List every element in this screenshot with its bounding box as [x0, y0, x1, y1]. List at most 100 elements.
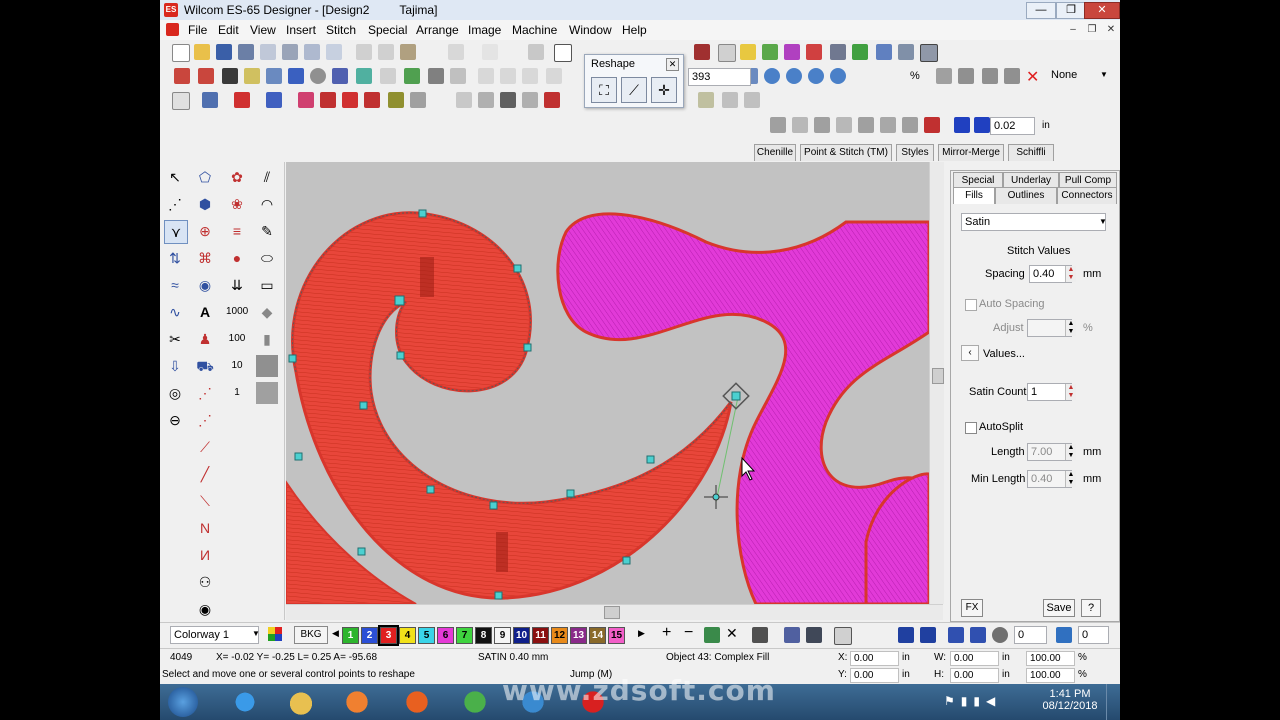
- zoom-plus-icon[interactable]: [808, 68, 824, 84]
- fill-pattern-icon[interactable]: [256, 355, 278, 377]
- align-top-icon[interactable]: [546, 68, 562, 84]
- knife-icon[interactable]: ⌘: [194, 247, 216, 269]
- adjust-spinner[interactable]: ▲ ▼: [1065, 320, 1076, 336]
- stitch-count-100-icon[interactable]: 100: [226, 328, 248, 350]
- polygon-select-icon[interactable]: ⋰: [164, 193, 186, 215]
- scissors-icon[interactable]: ✂: [164, 328, 186, 350]
- mirror-v-icon[interactable]: [920, 627, 936, 643]
- grid-spacing-input[interactable]: 0.02: [990, 117, 1035, 135]
- length-spinner[interactable]: ▲ ▼: [1065, 444, 1076, 460]
- arc-tool-icon[interactable]: ◠: [256, 193, 278, 215]
- fx-button[interactable]: FX: [961, 599, 983, 617]
- colorway-select[interactable]: Colorway 1: [170, 626, 259, 644]
- control-point[interactable]: [294, 452, 303, 461]
- min-length-spinner[interactable]: ▲ ▼: [1065, 471, 1076, 487]
- h-percent[interactable]: 100.00: [1026, 668, 1075, 683]
- triple-icon[interactable]: [500, 92, 516, 108]
- undo-icon[interactable]: [448, 44, 464, 60]
- reshape-angle-icon[interactable]: ⟋: [621, 77, 647, 103]
- colorway-arrow-icon[interactable]: ▼: [252, 629, 260, 638]
- people-icon[interactable]: ♟: [194, 328, 216, 350]
- file-explorer-icon[interactable]: [280, 686, 322, 718]
- menu-special[interactable]: Special: [368, 23, 407, 37]
- fill-type-select[interactable]: Satin: [961, 213, 1106, 231]
- run-tool-icon[interactable]: ∿: [164, 301, 186, 323]
- clock[interactable]: 1:41 PM 08/12/2018: [1040, 688, 1100, 712]
- horizontal-scrollbar[interactable]: [286, 604, 943, 620]
- menu-image[interactable]: Image: [468, 23, 501, 37]
- lettering-icon[interactable]: A: [194, 301, 216, 323]
- color-swatch[interactable]: 2: [361, 627, 378, 644]
- hoop-select-icon[interactable]: [198, 68, 214, 84]
- graph-icon[interactable]: [762, 44, 778, 60]
- show-desktop-button[interactable]: [1106, 684, 1119, 720]
- bobbin-icon[interactable]: ▮: [256, 328, 278, 350]
- ungroup-icon[interactable]: [404, 68, 420, 84]
- control-point[interactable]: [523, 343, 532, 352]
- redo-icon[interactable]: [482, 44, 498, 60]
- help-button[interactable]: ?: [1081, 599, 1101, 617]
- ring-icon[interactable]: ⊖: [164, 409, 186, 431]
- mirror-h-icon[interactable]: [898, 627, 914, 643]
- clear-icon[interactable]: ✕: [1026, 67, 1039, 87]
- group-icon[interactable]: [380, 68, 396, 84]
- reshape-grid-icon[interactable]: [936, 68, 952, 84]
- auto-spacing-checkbox[interactable]: [965, 299, 977, 311]
- zoom-input[interactable]: 393: [688, 68, 751, 86]
- lock-icon[interactable]: [428, 68, 444, 84]
- rectangle-tool-icon[interactable]: ▭: [256, 274, 278, 296]
- control-point[interactable]: [646, 455, 655, 464]
- color-swatch[interactable]: 14: [589, 627, 606, 644]
- mdi-close-button[interactable]: ✕: [1104, 23, 1118, 36]
- list-icon[interactable]: [852, 44, 868, 60]
- color-palette-icon[interactable]: [806, 44, 822, 60]
- color-film-icon-2[interactable]: [784, 627, 800, 643]
- center-tool-icon[interactable]: ⊕: [194, 220, 216, 242]
- straight-line-icon[interactable]: ╱: [194, 463, 216, 485]
- select-arrow-icon[interactable]: [172, 92, 190, 110]
- control-point[interactable]: [622, 556, 631, 565]
- firefox-icon[interactable]: [396, 686, 438, 718]
- save-all-icon[interactable]: [238, 44, 254, 60]
- ellipse-tool-icon[interactable]: ⬭: [256, 247, 278, 269]
- menu-stitch[interactable]: Stitch: [326, 23, 356, 37]
- zoom-in-icon[interactable]: [764, 68, 780, 84]
- show-stitches-icon[interactable]: [694, 44, 710, 60]
- car-icon[interactable]: ⛟: [194, 355, 216, 377]
- trim-icon[interactable]: ⇩: [164, 355, 186, 377]
- menu-arrange[interactable]: Arrange: [416, 23, 459, 37]
- control-point[interactable]: [489, 501, 498, 510]
- color-film-icon[interactable]: [784, 44, 800, 60]
- vertical-scroll-thumb[interactable]: [932, 368, 944, 384]
- color-swatch[interactable]: 1: [342, 627, 359, 644]
- align-left-icon[interactable]: [478, 68, 494, 84]
- bold-n-icon[interactable]: И: [194, 544, 216, 566]
- control-point[interactable]: [357, 547, 366, 556]
- satin-count-spinner[interactable]: ▲ ▼: [1065, 384, 1076, 400]
- show-objects-icon[interactable]: [288, 68, 304, 84]
- satin-icon[interactable]: [342, 92, 358, 108]
- save-colors-icon[interactable]: [806, 627, 822, 643]
- menu-file[interactable]: File: [188, 23, 207, 37]
- settings-icon[interactable]: [920, 44, 938, 62]
- stipple-icon[interactable]: [698, 92, 714, 108]
- color-swap-icon[interactable]: [954, 117, 970, 133]
- control-point[interactable]: [394, 295, 405, 306]
- checkbox-icon[interactable]: [554, 44, 572, 62]
- stitch-count-1000-icon[interactable]: 1000: [226, 301, 248, 323]
- design-canvas[interactable]: [286, 162, 929, 604]
- align-right-icon[interactable]: [522, 68, 538, 84]
- satin-tool-icon[interactable]: ≡: [226, 220, 248, 242]
- stitch-edit-icon[interactable]: ⇅: [164, 247, 186, 269]
- stitch-count-1-icon[interactable]: 1: [226, 382, 248, 404]
- control-point[interactable]: [396, 351, 405, 360]
- flower-tool-icon[interactable]: ✿: [226, 166, 248, 188]
- show-outlines-icon[interactable]: [266, 68, 282, 84]
- open-icon[interactable]: [194, 44, 210, 60]
- obj-tool-8-icon[interactable]: [924, 117, 940, 133]
- motif-fill-icon[interactable]: [410, 92, 426, 108]
- menu-window[interactable]: Window: [569, 23, 612, 37]
- save-button[interactable]: Save: [1043, 599, 1075, 617]
- values-button[interactable]: Values...: [983, 348, 1025, 360]
- thread-chart-icon[interactable]: [704, 627, 720, 643]
